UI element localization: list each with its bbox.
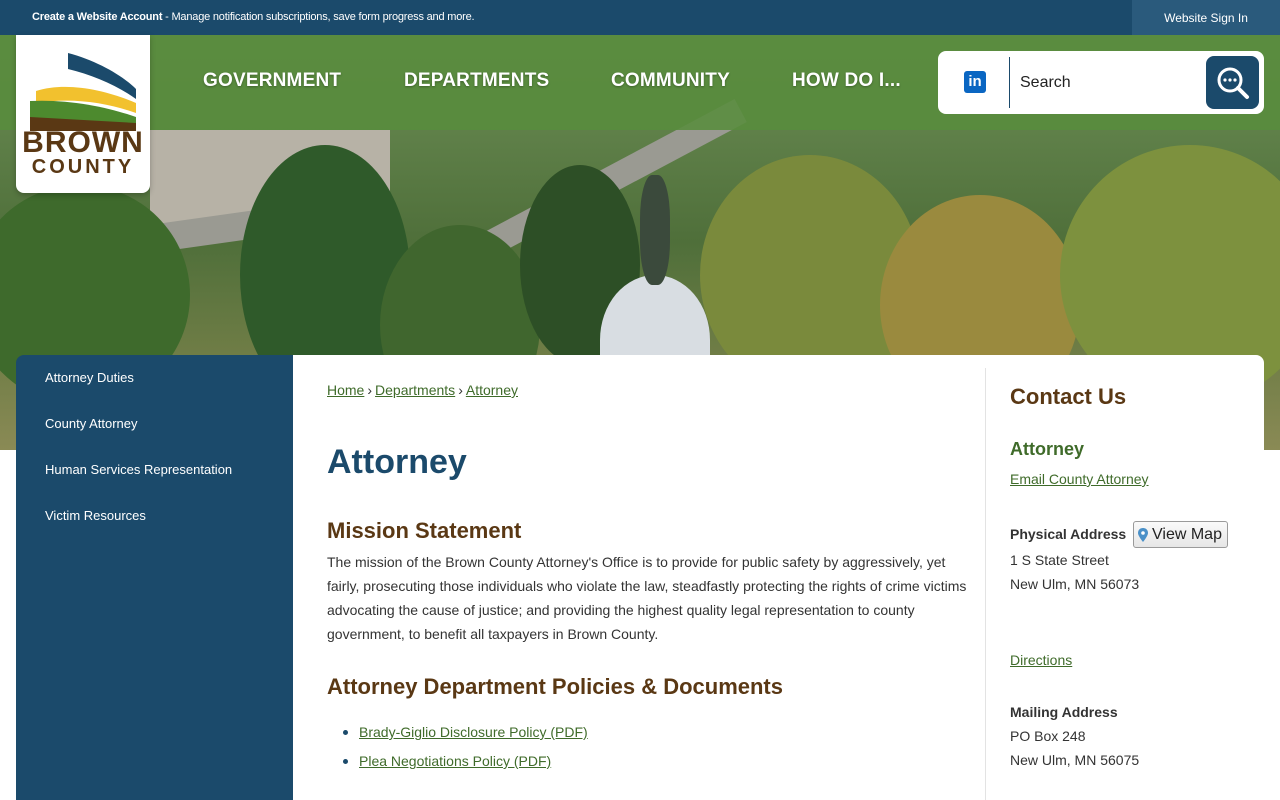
mailing-address-label: Mailing Address	[1010, 704, 1118, 720]
directions-link[interactable]: Directions	[1010, 652, 1072, 668]
breadcrumb: Home › Departments › Attorney	[327, 382, 518, 398]
email-county-attorney-link[interactable]: Email County Attorney	[1010, 471, 1149, 487]
map-pin-icon	[1138, 527, 1148, 542]
breadcrumb-attorney[interactable]: Attorney	[466, 382, 518, 398]
search-icon	[1217, 67, 1249, 99]
hero-statue	[640, 175, 670, 285]
view-map-label: View Map	[1152, 525, 1222, 543]
view-map-button[interactable]: View Map	[1133, 521, 1228, 548]
breadcrumb-departments[interactable]: Departments	[375, 382, 455, 398]
search-box: in	[938, 51, 1264, 114]
sidebar-item-human-services[interactable]: Human Services Representation	[45, 462, 232, 477]
linkedin-icon[interactable]: in	[964, 71, 986, 93]
create-account-message: Create a Website Account - Manage notifi…	[32, 11, 475, 23]
nav-how-do-i[interactable]: HOW DO I...	[792, 70, 901, 92]
contact-title: Contact Us	[1010, 384, 1127, 409]
nav-departments[interactable]: DEPARTMENTS	[404, 70, 549, 92]
nav-community[interactable]: COMMUNITY	[611, 70, 730, 92]
notification-bar: Create a Website Account - Manage notifi…	[0, 0, 1280, 35]
search-input[interactable]	[1020, 67, 1200, 99]
contact-panel: Contact Us Attorney Email County Attorne…	[1010, 355, 1260, 800]
create-account-link[interactable]: Create a Website Account	[32, 11, 162, 23]
logo-mark-icon	[30, 53, 136, 131]
breadcrumb-home[interactable]: Home	[327, 382, 364, 398]
physical-address-label: Physical Address	[1010, 526, 1127, 542]
mailing-address-line1: PO Box 248	[1010, 728, 1086, 744]
mission-heading: Mission Statement	[327, 518, 522, 543]
plea-negotiations-policy-link[interactable]: Plea Negotiations Policy (PDF)	[359, 753, 551, 769]
logo-text-brown: BROWN	[22, 126, 144, 159]
nav-government[interactable]: GOVERNMENT	[203, 70, 341, 92]
policies-heading: Attorney Department Policies & Documents	[327, 674, 783, 699]
policies-list: Brady-Giglio Disclosure Policy (PDF) Ple…	[343, 720, 588, 778]
physical-address-line1: 1 S State Street	[1010, 552, 1109, 568]
search-button[interactable]	[1206, 56, 1259, 109]
brown-county-logo[interactable]: BROWN COUNTY	[16, 35, 150, 193]
breadcrumb-separator: ›	[367, 382, 373, 398]
list-item: Brady-Giglio Disclosure Policy (PDF)	[343, 720, 588, 749]
sidebar-item-county-attorney[interactable]: County Attorney	[45, 416, 138, 431]
create-account-description: - Manage notification subscriptions, sav…	[162, 11, 475, 23]
list-item: Plea Negotiations Policy (PDF)	[343, 749, 588, 778]
sidebar-nav: Attorney Duties County Attorney Human Se…	[16, 355, 293, 800]
breadcrumb-separator: ›	[458, 382, 463, 398]
contact-department: Attorney	[1010, 439, 1085, 459]
website-sign-in-button[interactable]: Website Sign In	[1132, 0, 1280, 35]
sidebar-item-victim-resources[interactable]: Victim Resources	[45, 508, 146, 523]
mission-text: The mission of the Brown County Attorney…	[327, 554, 967, 642]
mailing-address-line2: New Ulm, MN 56075	[1010, 752, 1140, 768]
search-divider	[1009, 57, 1010, 108]
physical-address-line2: New Ulm, MN 56073	[1010, 576, 1140, 592]
brady-giglio-policy-link[interactable]: Brady-Giglio Disclosure Policy (PDF)	[359, 724, 588, 740]
page-title: Attorney	[327, 443, 467, 481]
sidebar-item-attorney-duties[interactable]: Attorney Duties	[45, 370, 134, 385]
logo-text-county: COUNTY	[31, 156, 135, 178]
contact-divider	[985, 368, 986, 800]
